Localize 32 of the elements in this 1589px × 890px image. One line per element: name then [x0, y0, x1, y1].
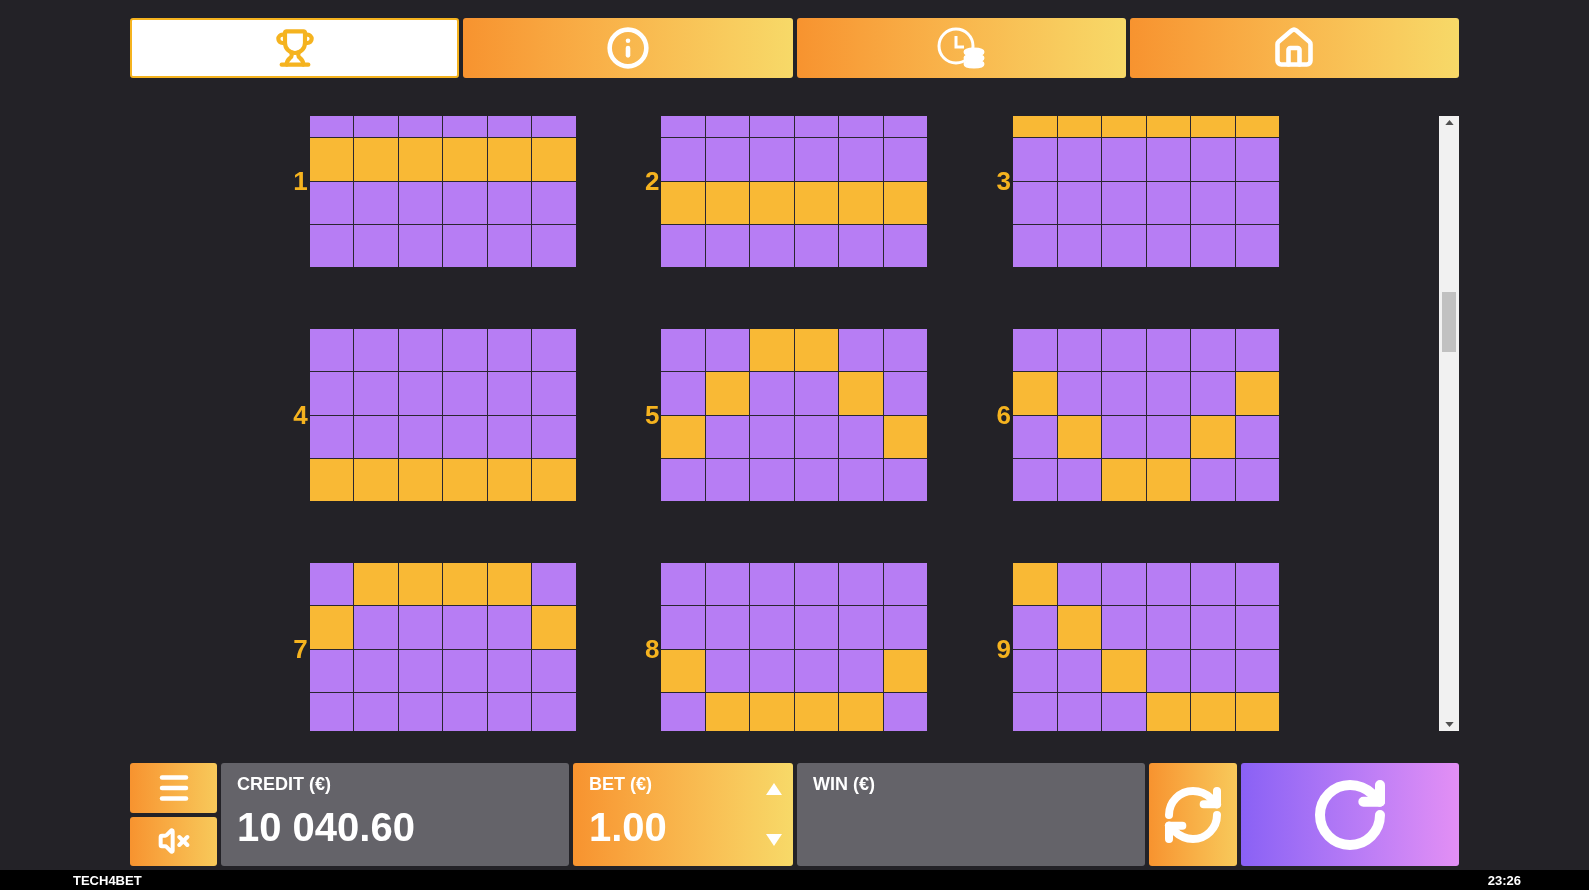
sound-button[interactable]: [130, 816, 217, 866]
payline-number: 2: [643, 168, 660, 194]
win-label: WIN (€): [813, 775, 876, 793]
scrollbar[interactable]: [1439, 116, 1459, 731]
info-icon: [605, 26, 650, 70]
clock-coins-icon: [936, 26, 987, 70]
bet-label: BET (€): [589, 775, 653, 793]
trophy-icon: [274, 28, 315, 68]
payline-number: 9: [995, 636, 1011, 662]
tab[interactable]: [1129, 18, 1459, 78]
bet-value: 1.00: [589, 807, 668, 847]
clock-time: 23:26: [1487, 873, 1521, 887]
tab[interactable]: [796, 18, 1126, 78]
payline-number: 6: [995, 402, 1011, 428]
payline-number: 1: [292, 168, 308, 194]
payline-number: 4: [292, 402, 308, 428]
payline-number: 3: [995, 168, 1011, 194]
payline-number: 7: [292, 636, 308, 662]
autoplay-button[interactable]: [1149, 763, 1237, 866]
tab[interactable]: [130, 18, 460, 78]
scroll-down-icon[interactable]: [1444, 722, 1454, 727]
credit-label: CREDIT (€): [237, 775, 332, 793]
scrollbar-thumb[interactable]: [1442, 292, 1456, 352]
credit-value: 10 040.60: [237, 807, 416, 847]
up-arrow-icon: [766, 782, 782, 795]
down-arrow-icon: [766, 834, 782, 847]
tab[interactable]: [463, 18, 793, 78]
payline-number: 5: [643, 402, 660, 428]
spin-button[interactable]: [1241, 763, 1459, 866]
payline-number: 8: [643, 636, 660, 662]
provider-name: TECH4BET: [73, 873, 142, 887]
scroll-up-icon[interactable]: [1444, 120, 1454, 125]
